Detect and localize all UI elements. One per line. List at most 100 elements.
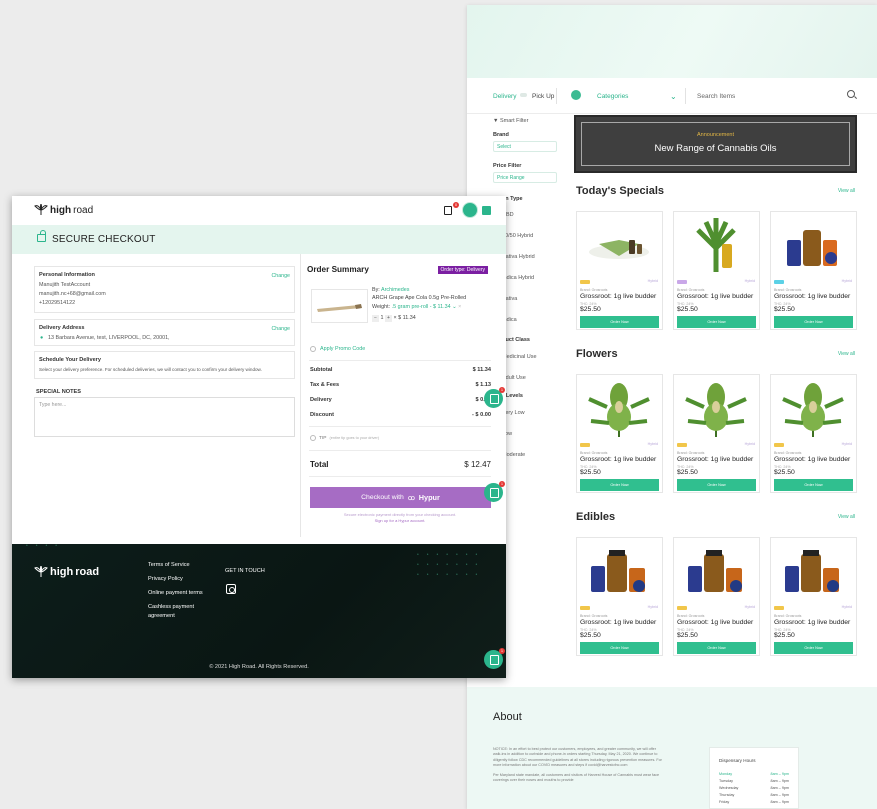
remove-item-icon[interactable]: × — [458, 304, 461, 310]
weight-select[interactable]: .5 gram pre-roll - $ 11.34 — [392, 304, 451, 310]
divider — [309, 426, 491, 427]
categories-dropdown[interactable]: Categories — [597, 93, 628, 100]
price-range-select[interactable]: Price Range — [493, 172, 557, 183]
product-card[interactable]: Hybrid Brand: Grosroots Grossroot: 1g live… — [770, 211, 857, 330]
increase-qty-button[interactable]: + — [385, 315, 392, 322]
menu-icon[interactable] — [482, 206, 491, 215]
brand-link[interactable]: Archimedes — [381, 287, 409, 293]
search-icon[interactable] — [847, 90, 855, 98]
store-topbar: Delivery Pick Up Categories ⌄ Search Ite… — [467, 80, 877, 114]
promo-radio[interactable] — [310, 346, 316, 352]
product-card[interactable]: Hybrid Brand: Grosroots Grossroot: 1g live… — [673, 537, 760, 656]
order-summary-title: Order Summary — [307, 265, 369, 274]
footer-link-cashless[interactable]: Cashless payment — [148, 604, 194, 610]
search-input[interactable]: Search Items — [697, 93, 735, 100]
product-thumbnail — [311, 289, 368, 323]
strain-option-label: Indica Hybrid — [502, 275, 535, 281]
order-now-button[interactable]: Order Now — [774, 479, 853, 491]
strain-badge — [580, 280, 590, 284]
order-now-button[interactable]: Order Now — [774, 642, 853, 654]
order-now-button[interactable]: Order Now — [677, 316, 756, 328]
hours-time: 8am – 9pm — [770, 786, 789, 790]
product-price: $25.50 — [774, 306, 795, 313]
divider — [300, 254, 301, 537]
footer-link-cashless-2[interactable]: agreement — [148, 613, 175, 619]
view-all-link[interactable]: View all — [838, 351, 855, 357]
delivery-row: Delivery$ 0.00 — [310, 397, 491, 403]
schedule-delivery-box[interactable]: Schedule Your Delivery Select your deliv… — [34, 351, 295, 379]
logo-text-road: road — [73, 204, 94, 216]
product-price: $25.50 — [774, 469, 795, 476]
order-now-button[interactable]: Order Now — [774, 316, 853, 328]
strain-badge — [774, 606, 784, 610]
secure-checkout-bar: SECURE CHECKOUT — [12, 225, 506, 254]
delivery-option[interactable]: Delivery — [493, 93, 516, 100]
product-card[interactable]: Hybrid Brand: Grosroots Grossroot: 1g live… — [576, 374, 663, 493]
change-personal-link[interactable]: Change — [271, 273, 290, 279]
highroad-logo[interactable]: high road — [34, 204, 93, 216]
strain-badge — [580, 606, 590, 610]
instagram-icon[interactable] — [226, 584, 236, 594]
order-now-button[interactable]: Order Now — [677, 479, 756, 491]
product-card[interactable]: Hybrid Brand: Grosroots Grossroot: 1g live… — [673, 374, 760, 493]
hours-row: Wednesday 8am – 9pm — [719, 786, 789, 790]
personal-info-heading: Personal Information — [39, 272, 95, 278]
product-card[interactable]: Hybrid Brand: Grosroots Grossroot: 1g live… — [673, 211, 760, 330]
footer-logo[interactable]: high road — [34, 566, 99, 578]
decrease-qty-button[interactable]: − — [372, 315, 379, 322]
discount-row: Discount - $ 0.00 — [310, 412, 491, 418]
product-brand: Brand: Grosroots — [774, 614, 802, 618]
product-price: $25.50 — [580, 306, 601, 313]
view-all-link[interactable]: View all — [838, 514, 855, 520]
personal-info-box: Personal Information Change Manujith Tes… — [34, 266, 295, 313]
chat-bubble-icon[interactable]: 1 — [484, 648, 505, 669]
product-brand: Brand: Grosroots — [580, 288, 608, 292]
cart-product-name: ARCH Grape Ape Cola 0.5g Pre-Rolled — [372, 295, 467, 301]
chevron-down-icon[interactable]: ⌄ — [452, 304, 457, 310]
copyright-text: © 2021 High Road. All Rights Reserved. — [209, 664, 309, 670]
brand-select[interactable]: Select — [493, 141, 557, 152]
tax-value: $ 1.13 — [475, 382, 491, 388]
order-now-button[interactable]: Order Now — [580, 316, 659, 328]
chevron-down-icon[interactable]: ⌄ — [670, 92, 677, 101]
subtotal-row: Subtotal $ 11.34 — [310, 367, 491, 373]
announcement-banner[interactable]: Announcement New Range of Cannabis Oils — [574, 115, 857, 173]
chat-bubble-icon[interactable]: 1 — [484, 481, 505, 502]
product-row: Hybrid Brand: Grosroots Grossroot: 1g live… — [576, 211, 857, 330]
special-notes-textarea[interactable]: Type here... — [34, 397, 295, 437]
delivery-pickup-toggle[interactable] — [520, 93, 527, 97]
location-pin-icon[interactable] — [571, 90, 581, 100]
footer-link-privacy[interactable]: Privacy Policy — [148, 576, 183, 582]
pickup-option[interactable]: Pick Up — [532, 93, 554, 100]
strain-badge — [580, 443, 590, 447]
footer-link-payment-terms[interactable]: Online payment terms — [148, 590, 203, 596]
product-card[interactable]: Hybrid Brand: Grosroots Grossroot: 1g live… — [770, 374, 857, 493]
product-card[interactable]: Hybrid Brand: Grosroots Grossroot: 1g live… — [576, 537, 663, 656]
product-brand: Brand: Grosroots — [677, 451, 705, 455]
cart-icon[interactable] — [444, 206, 452, 215]
change-address-link[interactable]: Change — [271, 326, 290, 332]
divider — [309, 360, 491, 361]
delivery-address-heading: Delivery Address — [39, 325, 85, 331]
product-card[interactable]: Hybrid Brand: Grosroots Grossroot: 1g live… — [770, 537, 857, 656]
order-now-button[interactable]: Order Now — [580, 642, 659, 654]
footer-link-terms[interactable]: Terms of Service — [148, 562, 190, 568]
tip-radio[interactable] — [310, 435, 316, 441]
hypur-signup-link[interactable]: Sign up for a Hypur account. — [305, 518, 495, 524]
about-section: About NOTICE: In an effort to best prote… — [467, 687, 877, 809]
user-avatar[interactable] — [462, 202, 478, 218]
divider — [309, 476, 491, 477]
product-name: Grossroot: 1g live budder — [774, 619, 851, 626]
tip-option[interactable]: TIP (entire tip goes to your driver) — [310, 435, 379, 441]
order-now-button[interactable]: Order Now — [580, 479, 659, 491]
logo-text-high: high — [50, 204, 72, 216]
chat-bubble-icon[interactable]: 1 — [484, 387, 505, 408]
view-all-link[interactable]: View all — [838, 188, 855, 194]
order-now-button[interactable]: Order Now — [677, 642, 756, 654]
by-label: By: — [372, 287, 380, 293]
product-card[interactable]: Hybrid Brand: Grosroots Grossroot: 1g live… — [576, 211, 663, 330]
apply-promo-code[interactable]: Apply Promo Code — [310, 346, 365, 352]
checkout-with-hypur-button[interactable]: Checkout with ꝏ Hypur — [310, 487, 491, 508]
customer-phone: +12029514122 — [39, 300, 76, 306]
price-filter-label: Price Filter — [493, 163, 522, 169]
